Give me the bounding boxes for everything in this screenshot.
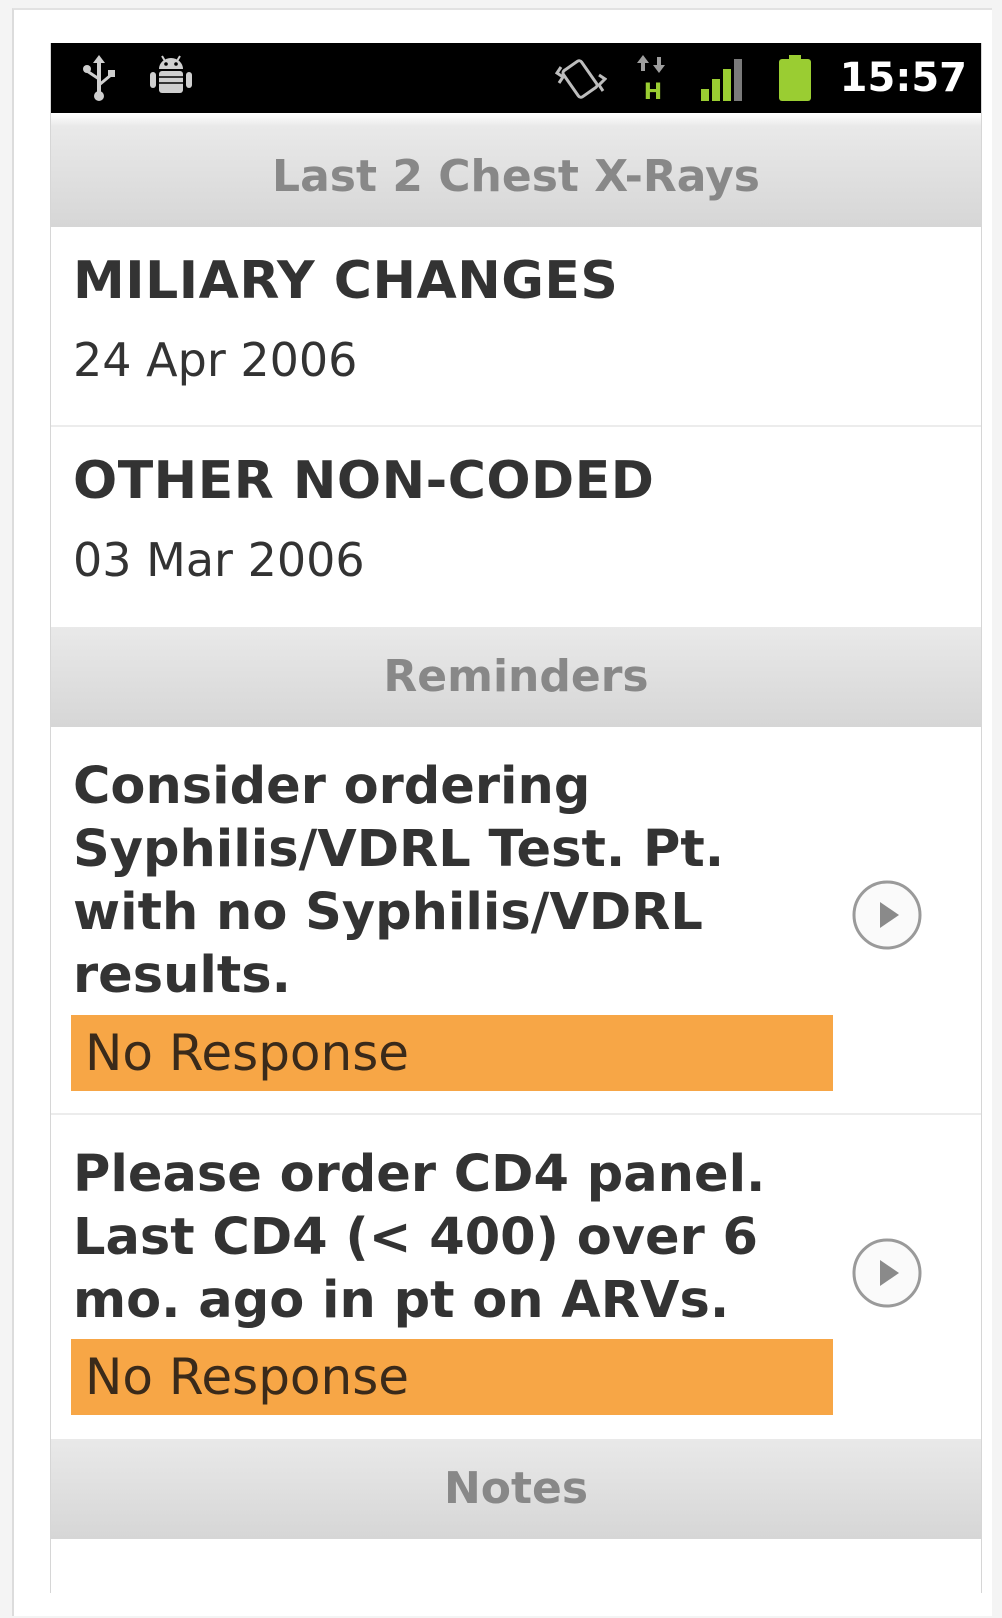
reminder-text: Please order CD4 panel. Last CD4 (< 400)… xyxy=(73,1143,833,1332)
reminder-line: mo. ago in pt on ARVs. xyxy=(73,1271,730,1330)
section-header-notes: Notes xyxy=(51,1439,981,1539)
section-header-xrays: Last 2 Chest X-Rays xyxy=(51,127,981,227)
chevron-right-circle-icon[interactable] xyxy=(851,1237,923,1309)
signal-icon xyxy=(701,59,742,101)
reminder-line: results. xyxy=(73,946,291,1005)
xray-date: 03 Mar 2006 xyxy=(73,533,365,587)
chevron-right-circle-icon[interactable] xyxy=(851,879,923,951)
xray-row[interactable]: MILIARY CHANGES 24 Apr 2006 xyxy=(51,227,981,427)
reminder-line: Consider ordering xyxy=(73,757,591,816)
xray-date: 24 Apr 2006 xyxy=(73,333,358,387)
usb-icon xyxy=(83,55,115,101)
hspa-data-icon: H xyxy=(637,55,665,103)
reminder-line: Last CD4 (< 400) over 6 xyxy=(73,1208,758,1267)
status-bar: H 15:57 xyxy=(51,43,981,113)
vibrate-icon xyxy=(555,59,607,99)
xray-row[interactable]: OTHER NON-CODED 03 Mar 2006 xyxy=(51,427,981,627)
status-bar-shadow xyxy=(51,113,981,127)
reminder-row[interactable]: Please order CD4 panel. Last CD4 (< 400)… xyxy=(51,1115,981,1439)
svg-text:H: H xyxy=(644,80,662,103)
battery-icon xyxy=(779,55,811,101)
reminder-line: Syphilis/VDRL Test. Pt. xyxy=(73,820,725,879)
reminder-text: Consider ordering Syphilis/VDRL Test. Pt… xyxy=(73,755,833,1007)
section-header-reminders: Reminders xyxy=(51,627,981,727)
xray-title: OTHER NON-CODED xyxy=(73,451,655,511)
status-bar-time: 15:57 xyxy=(839,55,967,101)
phone-screen: H 15:57 Last 2 Chest X-Rays MILIARY CHAN… xyxy=(50,43,982,1593)
android-debug-icon xyxy=(150,55,192,93)
status-badge: No Response xyxy=(71,1015,833,1091)
xray-title: MILIARY CHANGES xyxy=(73,251,619,311)
reminder-line: with no Syphilis/VDRL xyxy=(73,883,703,942)
reminder-line: Please order CD4 panel. xyxy=(73,1145,766,1204)
reminder-row[interactable]: Consider ordering Syphilis/VDRL Test. Pt… xyxy=(51,727,981,1115)
status-badge: No Response xyxy=(71,1339,833,1415)
